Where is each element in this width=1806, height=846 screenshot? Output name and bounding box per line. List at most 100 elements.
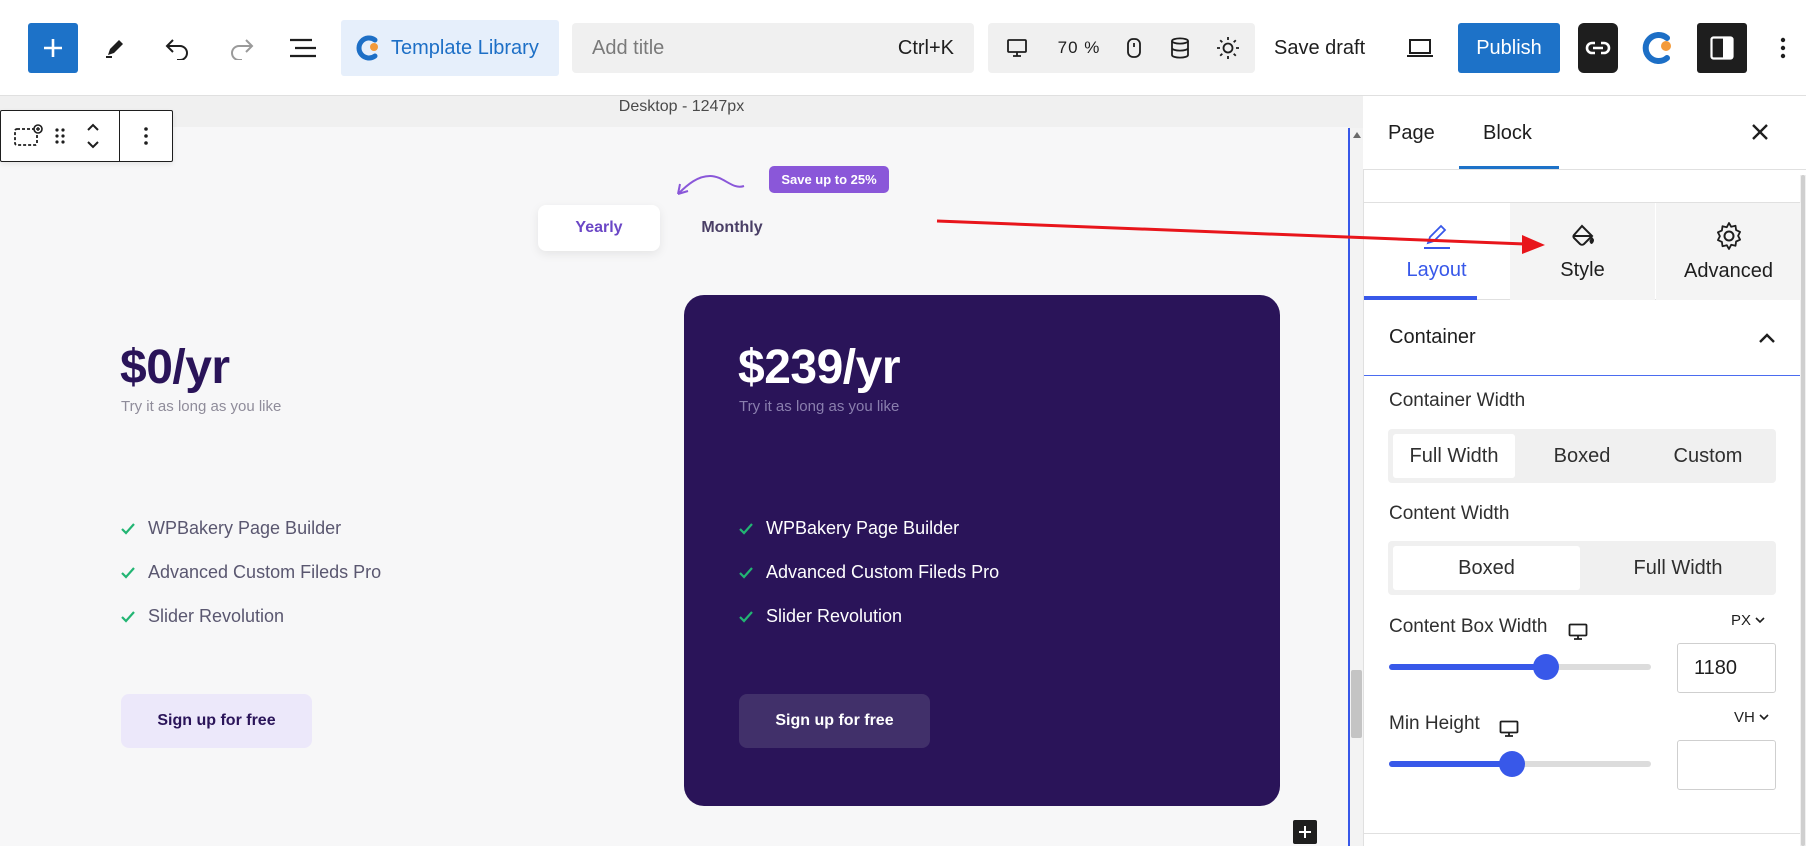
feature-item: WPBakery Page Builder [738,518,959,539]
sun-icon [1217,37,1239,59]
block-options-button[interactable] [121,111,171,161]
content-box-width-input[interactable]: 1180 [1677,643,1776,693]
slider-thumb[interactable] [1533,654,1560,680]
block-type-button[interactable] [11,111,45,161]
pricing-card-pro[interactable]: $239/yr Try it as long as you like WPBak… [684,295,1280,806]
feature-label: Advanced Custom Fileds Pro [148,562,382,582]
pricing-card-free[interactable]: $0/yr Try it as long as you like WPBaker… [60,295,600,805]
tab-layout[interactable]: Layout [1364,203,1509,300]
brand-logo-icon [356,35,378,61]
gear-icon [1716,222,1741,250]
save-draft-button[interactable]: Save draft [1264,23,1375,73]
caret-up-icon [1352,132,1361,138]
brand-logo-icon [1642,32,1671,64]
desktop-icon[interactable] [1499,720,1519,738]
tab-layout-label: Layout [1406,259,1467,281]
tab-style[interactable]: Style [1510,203,1655,300]
block-toolbar [0,110,173,162]
container-width-boxed[interactable]: Boxed [1521,434,1643,478]
active-tab-indicator [1459,166,1559,169]
toolbar-divider [119,111,120,161]
content-box-width-slider[interactable] [1389,654,1651,680]
template-library-label: Template Library [391,36,539,59]
zoom-control[interactable]: 70 % [1044,23,1114,73]
move-up-down-button[interactable] [79,111,107,161]
min-height-input[interactable] [1677,740,1776,790]
document-overview-button[interactable] [280,25,326,71]
container-section-header[interactable]: Container [1364,300,1800,376]
plus-icon [1299,826,1311,838]
container-width-full[interactable]: Full Width [1393,434,1515,478]
slider-fill [1389,761,1513,767]
tab-block[interactable]: Block [1483,96,1532,170]
yearly-toggle-option[interactable]: Yearly [538,205,660,251]
signup-free-button[interactable]: Sign up for free [121,694,312,748]
unit-select[interactable]: PX [1731,612,1765,629]
check-icon [121,522,135,535]
chevron-up-down-icon [87,123,99,149]
more-vertical-icon [1780,37,1786,59]
desktop-preview-button[interactable] [1002,23,1032,73]
unit-select[interactable]: VH [1734,709,1769,726]
panel-divider [1364,833,1800,834]
redo-icon [231,39,254,60]
redo-button[interactable] [218,25,264,71]
edit-tool-button[interactable] [92,25,138,71]
min-height-slider[interactable] [1389,751,1651,777]
plan-subtitle: Try it as long as you like [121,398,282,415]
chevron-up-icon [1759,332,1775,343]
pencil-icon [1423,224,1450,249]
canvas-scrollbar[interactable] [1350,128,1363,846]
close-icon [1752,124,1768,140]
tab-style-label: Style [1560,259,1605,281]
content-width-full[interactable]: Full Width [1584,546,1772,590]
list-view-icon [290,38,316,58]
inspector-tabs: Layout Style Advanced [1364,202,1801,300]
container-width-custom[interactable]: Custom [1646,434,1770,478]
feature-label: Slider Revolution [148,606,285,626]
plan-price: $0/yr [120,341,230,394]
plus-icon [44,39,62,57]
container-block-icon [14,124,43,146]
sidebar-icon [1710,36,1734,60]
slider-fill [1389,664,1547,670]
swoosh-arrow-icon [677,174,745,195]
link-button[interactable] [1578,23,1618,73]
pencil-icon [106,40,123,58]
sidebar-tabs: Page Block [1363,96,1806,170]
database-button[interactable] [1162,23,1198,73]
add-block-button[interactable] [28,23,78,73]
feature-item: WPBakery Page Builder [120,518,341,539]
laptop-icon [1407,39,1433,57]
canvas-scroll-thumb[interactable] [1351,670,1362,738]
unit-value: VH [1734,709,1755,726]
add-block-inline-button[interactable] [1293,820,1317,844]
sidebar-scroll-thumb[interactable] [1801,175,1805,846]
scroll-up-arrow[interactable] [1350,128,1363,142]
desktop-icon[interactable] [1568,623,1588,641]
theme-toggle-button[interactable] [1208,23,1248,73]
template-library-button[interactable]: Template Library [341,20,559,76]
preview-button[interactable] [1397,25,1443,71]
tab-advanced[interactable]: Advanced [1656,203,1801,300]
close-sidebar-button[interactable] [1742,114,1778,150]
slider-thumb[interactable] [1499,751,1526,777]
unit-value: PX [1731,612,1752,629]
drag-handle[interactable] [49,111,71,161]
content-width-control: Boxed Full Width [1388,541,1776,595]
content-width-boxed[interactable]: Boxed [1393,546,1580,590]
mouse-mode-button[interactable] [1116,23,1152,73]
tab-page[interactable]: Page [1388,96,1435,170]
settings-sidebar-toggle[interactable] [1697,23,1747,73]
brand-button[interactable] [1636,23,1680,73]
signup-pro-button[interactable]: Sign up for free [739,694,930,748]
check-icon [739,566,753,579]
title-command-input[interactable]: Add title Ctrl+K [572,23,974,73]
undo-button[interactable] [155,25,201,71]
monthly-toggle-option[interactable]: Monthly [674,205,790,251]
feature-item: Advanced Custom Fileds Pro [738,562,999,583]
feature-label: Slider Revolution [766,606,903,626]
options-menu-button[interactable] [1770,23,1796,73]
chevron-down-icon [1755,617,1765,624]
publish-button[interactable]: Publish [1458,23,1560,73]
